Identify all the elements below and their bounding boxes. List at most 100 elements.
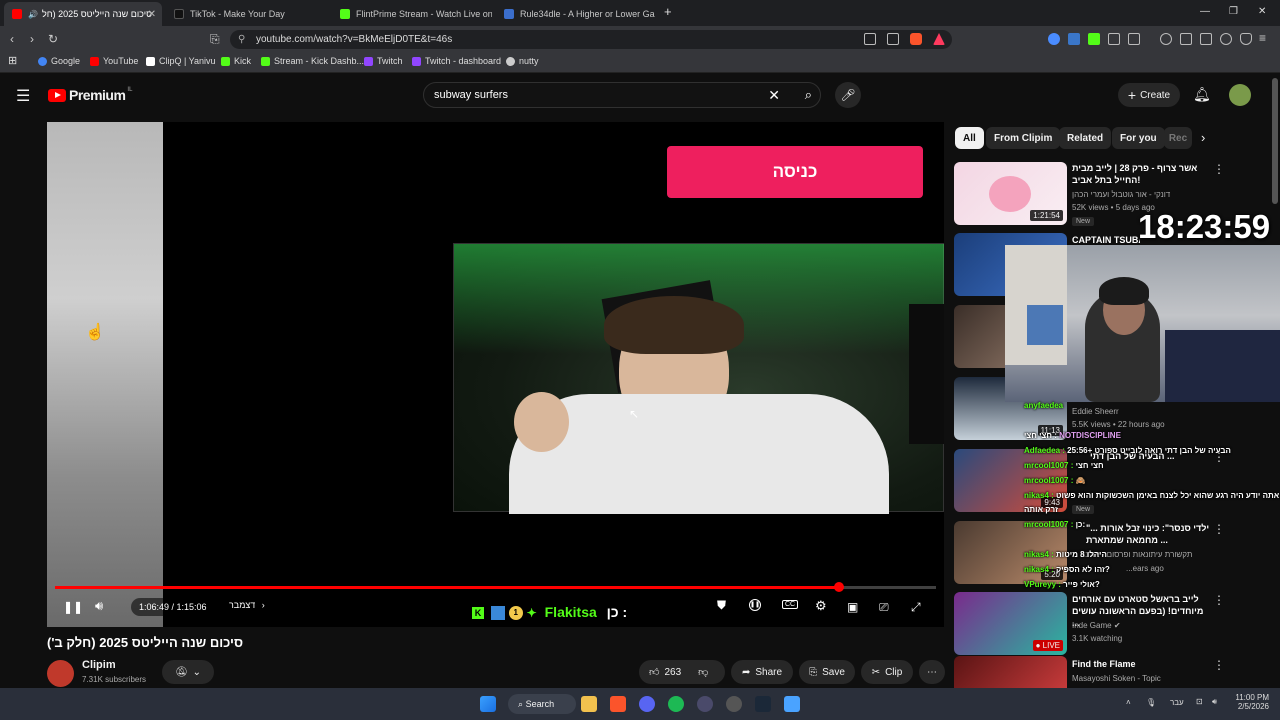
video-thumbnail[interactable]: ● LIVE: [954, 592, 1067, 655]
like-count[interactable]: 263: [664, 667, 681, 678]
pause-icon[interactable]: ❚❚: [63, 600, 83, 614]
chip-from-clipim[interactable]: From Clipim: [986, 127, 1061, 149]
cast-icon[interactable]: ⎚: [879, 600, 889, 615]
dislike-icon[interactable]: 👎︎: [698, 666, 708, 678]
menu-icon[interactable]: ≡: [1259, 31, 1266, 45]
network-icon[interactable]: ⊡: [1196, 697, 1203, 706]
bookmark-youtube[interactable]: YouTube: [90, 56, 138, 66]
clear-search-icon[interactable]: ✕: [768, 83, 780, 107]
wallet-icon[interactable]: [1200, 33, 1212, 45]
apps-grid-icon[interactable]: ⊞: [8, 54, 17, 67]
obs-icon[interactable]: [726, 696, 742, 712]
chapter-button[interactable]: דצמבר ›: [229, 600, 265, 610]
video-channel[interactable]: דונקי - אור גוטבול ועמרי הכהן: [1072, 190, 1212, 199]
create-button[interactable]: + Create: [1118, 83, 1180, 107]
tab-youtube[interactable]: 🔊 סיכום שנה הייליטס 2025 (חל ✕: [4, 2, 162, 26]
tab-tiktok[interactable]: TikTok - Make Your Day: [166, 2, 328, 26]
video-player[interactable]: ☝ כניסה ↖ ❚❚ 🔊︎ 1:06:49 / 1:15:06 דצמבר …: [47, 122, 944, 627]
autoplay-toggle-icon[interactable]: ❚❚: [749, 599, 761, 611]
url-field[interactable]: ⚲ youtube.com/watch?v=BkMeEljD0TE&t=46s: [230, 30, 952, 49]
video-channel[interactable]: Eddie Sheerr: [1072, 407, 1212, 416]
progress-scrubber[interactable]: [834, 582, 845, 592]
chip-for-you[interactable]: For you: [1112, 127, 1165, 149]
miniplayer-icon[interactable]: ▣: [847, 600, 858, 614]
fullscreen-icon[interactable]: ⤢: [911, 600, 921, 615]
page-scrollbar-thumb[interactable]: [1272, 78, 1278, 204]
voice-search-icon[interactable]: 🎤︎: [835, 82, 861, 108]
search-input[interactable]: subway surfers ✕ ⌕: [423, 82, 821, 108]
restore-icon[interactable]: ❐: [1229, 6, 1238, 17]
more-options-icon[interactable]: ⋮: [1213, 658, 1225, 672]
video-channel[interactable]: Masayoshi Soken - Topic: [1072, 674, 1212, 683]
extension-5-icon[interactable]: [1128, 33, 1140, 45]
taskbar-search[interactable]: ⌕ Search: [508, 694, 576, 714]
video-thumbnail[interactable]: 1:21:54: [954, 162, 1067, 225]
save-button[interactable]: ⎘ Save: [799, 660, 855, 684]
more-actions-button[interactable]: ⋯: [919, 660, 945, 684]
video-title[interactable]: "ילדי סנסר": כינוי זבל אורות ... מחמאה ש…: [1086, 522, 1210, 546]
video-thumbnail[interactable]: [954, 656, 1067, 688]
hamburger-menu-icon[interactable]: ☰: [16, 86, 30, 106]
spotify-icon[interactable]: [668, 696, 684, 712]
bookmark-google[interactable]: Google: [38, 56, 80, 66]
video-title[interactable]: Find the Flame: [1072, 658, 1212, 670]
settings-gear-icon[interactable]: ⚙: [815, 598, 827, 614]
leo-ai-icon[interactable]: [1220, 33, 1232, 45]
clip-button[interactable]: ✂ Clip: [861, 660, 913, 684]
more-options-icon[interactable]: ⋮: [1213, 162, 1225, 176]
extension-2-icon[interactable]: [1068, 33, 1080, 45]
more-options-icon[interactable]: ⋮: [1213, 593, 1225, 607]
extension-3-icon[interactable]: [1088, 33, 1100, 45]
avatar[interactable]: [1229, 84, 1251, 106]
minimize-icon[interactable]: —: [1200, 6, 1210, 17]
like-icon[interactable]: 👍︎: [649, 666, 659, 678]
bookmark-twitch[interactable]: Twitch: [364, 56, 403, 66]
search-icon[interactable]: ⌕: [805, 83, 812, 107]
back-icon[interactable]: ‹: [10, 32, 14, 46]
captions-icon[interactable]: CC: [782, 600, 799, 609]
tab-kick[interactable]: FlintPrime Stream - Watch Live on K: [332, 2, 492, 26]
bookmark-icon[interactable]: ⎘: [210, 32, 220, 47]
chip-recent[interactable]: Rec: [1164, 127, 1192, 149]
tab-rule34dle[interactable]: Rule34dle - A Higher or Lower Ga: [496, 2, 656, 26]
keyboard-language[interactable]: עבר: [1170, 698, 1184, 707]
extensions-puzzle-icon[interactable]: [1108, 33, 1120, 45]
brave-shield-icon[interactable]: [910, 33, 922, 45]
youtube-premium-logo[interactable]: Premium IL: [48, 87, 132, 103]
video-title[interactable]: אשר צרוף - פרק 28 | לייב מבית החייל בתל …: [1072, 162, 1212, 186]
tray-chevron-up-icon[interactable]: ˄: [1126, 698, 1131, 707]
file-explorer-icon[interactable]: [581, 696, 597, 712]
brave-browser-icon[interactable]: [610, 696, 626, 712]
progress-bar[interactable]: [55, 582, 936, 592]
new-tab-icon[interactable]: +: [664, 4, 672, 19]
app-icon[interactable]: [784, 696, 800, 712]
media-icon[interactable]: [1160, 33, 1172, 45]
bookmark-kick-dashboard[interactable]: Stream - Kick Dashb...: [261, 56, 364, 66]
bookmark-clipq[interactable]: ClipQ | Yanivu: [146, 56, 216, 66]
cast-icon[interactable]: [864, 33, 876, 45]
volume-icon[interactable]: 🔊︎: [95, 598, 103, 614]
close-window-icon[interactable]: ✕: [1258, 6, 1266, 17]
channel-name[interactable]: Clipim: [82, 659, 116, 671]
reload-icon[interactable]: ↻: [48, 32, 58, 46]
bookmark-kick[interactable]: Kick: [221, 56, 251, 66]
chip-related[interactable]: Related: [1059, 127, 1112, 149]
extension-1-icon[interactable]: [1048, 33, 1060, 45]
notifications-bell-icon[interactable]: 🔔︎: [1193, 86, 1211, 103]
bookmark-twitch-dashboard[interactable]: Twitch - dashboard: [412, 56, 501, 66]
channel-avatar[interactable]: [47, 660, 74, 687]
volume-icon[interactable]: 🔊︎: [1212, 697, 1217, 707]
steam-icon[interactable]: [755, 696, 771, 712]
share-button[interactable]: ➦ Share: [731, 660, 793, 684]
chips-next-icon[interactable]: ›: [1201, 130, 1205, 145]
sidebar-icon[interactable]: [1180, 33, 1192, 45]
more-options-icon[interactable]: ⋮: [1213, 522, 1225, 536]
tray-mic-icon[interactable]: 🎙︎: [1146, 698, 1156, 707]
vpn-shield-icon[interactable]: [1240, 33, 1252, 45]
video-channel[interactable]: Inde Game ✔: [1072, 621, 1212, 630]
app-icon[interactable]: [697, 696, 713, 712]
discord-icon[interactable]: [639, 696, 655, 712]
windows-start-icon[interactable]: [480, 696, 496, 712]
taskbar-clock[interactable]: 11:00 PM 2/5/2026: [1233, 693, 1269, 711]
bookmark-nutty[interactable]: nutty: [506, 56, 539, 66]
